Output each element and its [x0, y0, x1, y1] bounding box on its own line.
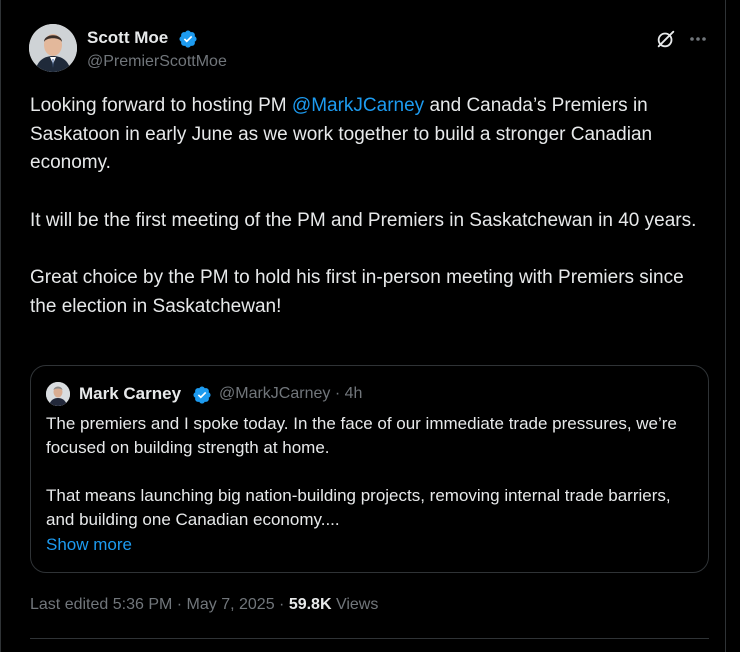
show-more-link[interactable]: Show more — [46, 535, 132, 555]
edited-timestamp[interactable]: Last edited 5:36 PM · May 7, 2025 · — [30, 596, 289, 613]
grok-icon[interactable] — [655, 28, 677, 50]
post-text-part2: and Canada’s Premiers in Saskatoon in ea… — [30, 95, 697, 317]
mention-link[interactable]: @MarkJCarney — [292, 95, 424, 116]
verified-badge-icon — [179, 30, 197, 48]
divider — [30, 638, 709, 639]
verified-badge-icon — [193, 386, 211, 404]
views-count: 59.8K — [288, 596, 332, 613]
views-label: Views — [331, 596, 379, 613]
quoted-post[interactable]: Mark Carney @MarkJCarney · 4h The premie… — [30, 365, 709, 573]
more-options-icon[interactable] — [685, 26, 711, 50]
quoted-author-name[interactable]: Mark Carney — [79, 384, 181, 404]
author-handle[interactable]: @PremierScottMoe — [87, 53, 227, 71]
quoted-post-text: The premiers and I spoke today. In the f… — [46, 414, 677, 529]
quoted-author-avatar[interactable] — [46, 382, 70, 406]
post-container: Scott Moe @PremierScottMoe Looking forwa… — [0, 0, 726, 652]
quoted-author-handle-time: @MarkJCarney · 4h — [219, 385, 363, 402]
post-meta: Last edited 5:36 PM · May 7, 2025 · 59.8… — [30, 596, 378, 614]
post-text: Looking forward to hosting PM @MarkJCarn… — [30, 92, 714, 322]
post-text-part1: Looking forward to hosting PM — [30, 95, 292, 116]
post-header: Scott Moe @PremierScottMoe — [29, 24, 719, 78]
author-name[interactable]: Scott Moe — [87, 28, 168, 48]
author-avatar[interactable] — [29, 24, 77, 72]
